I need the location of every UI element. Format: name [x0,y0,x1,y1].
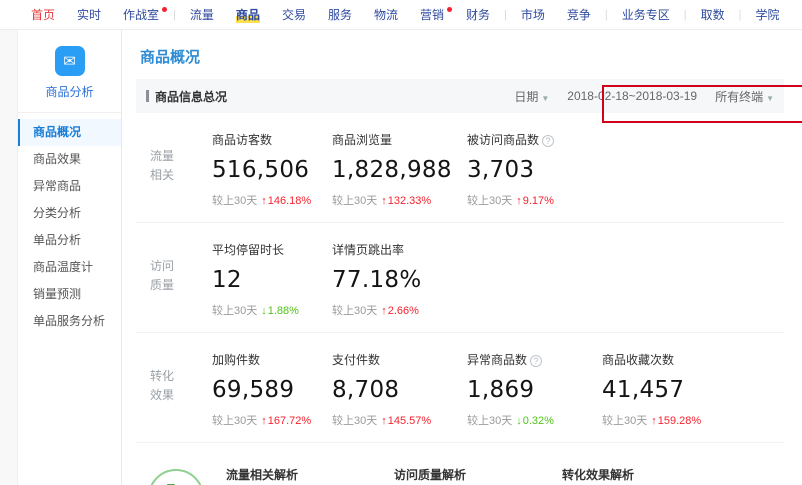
metric-visitors: 商品访客数 516,506 较上30天146.18% [212,131,332,208]
sidebar: ✉ 商品分析 商品概况 商品效果 异常商品 分类分析 单品分析 商品温度计 销量… [18,30,122,485]
help-icon[interactable]: ? [530,355,542,367]
metric-bounce-rate: 详情页跳出率 77.18% 较上30天2.66% [332,241,467,318]
sidebar-item-goods-thermometer[interactable]: 商品温度计 [18,254,121,281]
nav-divider: | [681,9,690,21]
nav-war-room[interactable]: 作战室 [112,6,170,23]
nav-traffic[interactable]: 流量 [179,6,225,23]
panel-title: 商品信息总况 [146,88,227,105]
nav-business-zone[interactable]: 业务专区 [611,6,681,23]
sidebar-item-abnormal-goods[interactable]: 异常商品 [18,173,121,200]
mail-icon: ✉ [55,46,85,76]
metric-avg-stay: 平均停留时长 12 较上30天1.88% [212,241,332,318]
sidebar-title: 商品分析 [18,83,121,100]
nav-service[interactable]: 服务 [317,6,363,23]
sidebar-menu: 商品概况 商品效果 异常商品 分类分析 单品分析 商品温度计 销量预测 单品服务… [18,113,121,335]
nav-goods[interactable]: 商品 [225,6,271,23]
metric-row-traffic: 流量 相关 商品访客数 516,506 较上30天146.18% 商品浏览量 1… [136,113,784,223]
new-badge-icon [447,7,452,12]
nav-logistics[interactable]: 物流 [363,6,409,23]
nav-divider: | [602,9,611,21]
nav-divider: | [501,9,510,21]
filter-bar: 日期▼ 2018-02-18~2018-03-19 所有终端▼ [496,88,774,105]
sidebar-item-single-item-analysis[interactable]: 单品分析 [18,227,121,254]
top-nav: 首页 实时 作战室 | 流量 商品 交易 服务 物流 营销 财务 | 市场 竞争… [0,0,802,30]
new-badge-icon [162,7,167,12]
metric-favorites: 商品收藏次数 41,457 较上30天159.28% [602,351,752,428]
insights-section: 7天 数据解读 流量相关解析 虽然商品浏览量日均跳出率比同行平均好，但平均停留时… [136,443,784,485]
insight-conversion: 转化效果解析 加购转化率表现还不错，但支付转化率低于同行平均，赶快到营销商品看看… [562,465,716,485]
chevron-down-icon: ▼ [766,94,774,103]
nav-competition[interactable]: 竞争 [556,6,602,23]
metric-abnormal-goods: 异常商品数? 1,869 较上30天0.32% [467,351,602,428]
page-title: 商品概况 [140,46,784,67]
metric-visited-goods: 被访问商品数? 3,703 较上30天9.17% [467,131,602,208]
sidebar-item-single-item-service[interactable]: 单品服务分析 [18,308,121,335]
left-gutter [0,30,18,485]
nav-marketing[interactable]: 营销 [409,6,455,23]
nav-market[interactable]: 市场 [510,6,556,23]
sidebar-item-goods-overview[interactable]: 商品概况 [18,119,121,146]
group-label-traffic: 流量 相关 [150,131,212,185]
nav-data-fetch[interactable]: 取数 [690,6,736,23]
metric-cart-adds: 加购件数 69,589 较上30天167.72% [212,351,332,428]
group-label-conversion: 转化 效果 [150,351,212,405]
date-type-dropdown[interactable]: 日期▼ [514,88,549,105]
insight-quality: 访问质量解析 商品平均停留时长低于同行平均，详情页跳出率偏高，建议优化商品详情内… [394,465,548,485]
terminal-dropdown[interactable]: 所有终端▼ [715,88,774,105]
nav-home[interactable]: 首页 [20,6,66,23]
insight-traffic: 流量相关解析 虽然商品浏览量日均跳出率比同行平均好，但平均停留时间低于同行平均，… [226,465,380,485]
metric-row-conversion: 转化 效果 加购件数 69,589 较上30天167.72% 支付件数 8,70… [136,333,784,443]
nav-realtime[interactable]: 实时 [66,6,112,23]
seven-day-badge: 7天 数据解读 [148,469,204,485]
main-content: 商品概况 商品信息总况 日期▼ 2018-02-18~2018-03-19 所有… [122,30,802,485]
date-range-picker[interactable]: 2018-02-18~2018-03-19 [567,89,697,103]
group-label-quality: 访问 质量 [150,241,212,295]
nav-finance[interactable]: 财务 [455,6,501,23]
panel-header: 商品信息总况 日期▼ 2018-02-18~2018-03-19 所有终端▼ [136,79,784,113]
sidebar-item-sales-forecast[interactable]: 销量预测 [18,281,121,308]
help-icon[interactable]: ? [542,135,554,147]
nav-divider: | [170,9,179,21]
metric-pageviews: 商品浏览量 1,828,988 较上30天132.33% [332,131,467,208]
nav-divider: | [736,9,745,21]
nav-trade[interactable]: 交易 [271,6,317,23]
metric-paid-items: 支付件数 8,708 较上30天145.57% [332,351,467,428]
metric-row-quality: 访问 质量 平均停留时长 12 较上30天1.88% 详情页跳出率 77.18%… [136,223,784,333]
sidebar-item-goods-effect[interactable]: 商品效果 [18,146,121,173]
sidebar-header: ✉ 商品分析 [18,30,121,113]
nav-academy[interactable]: 学院 [745,6,791,23]
sidebar-item-category-analysis[interactable]: 分类分析 [18,200,121,227]
chevron-down-icon: ▼ [541,94,549,103]
